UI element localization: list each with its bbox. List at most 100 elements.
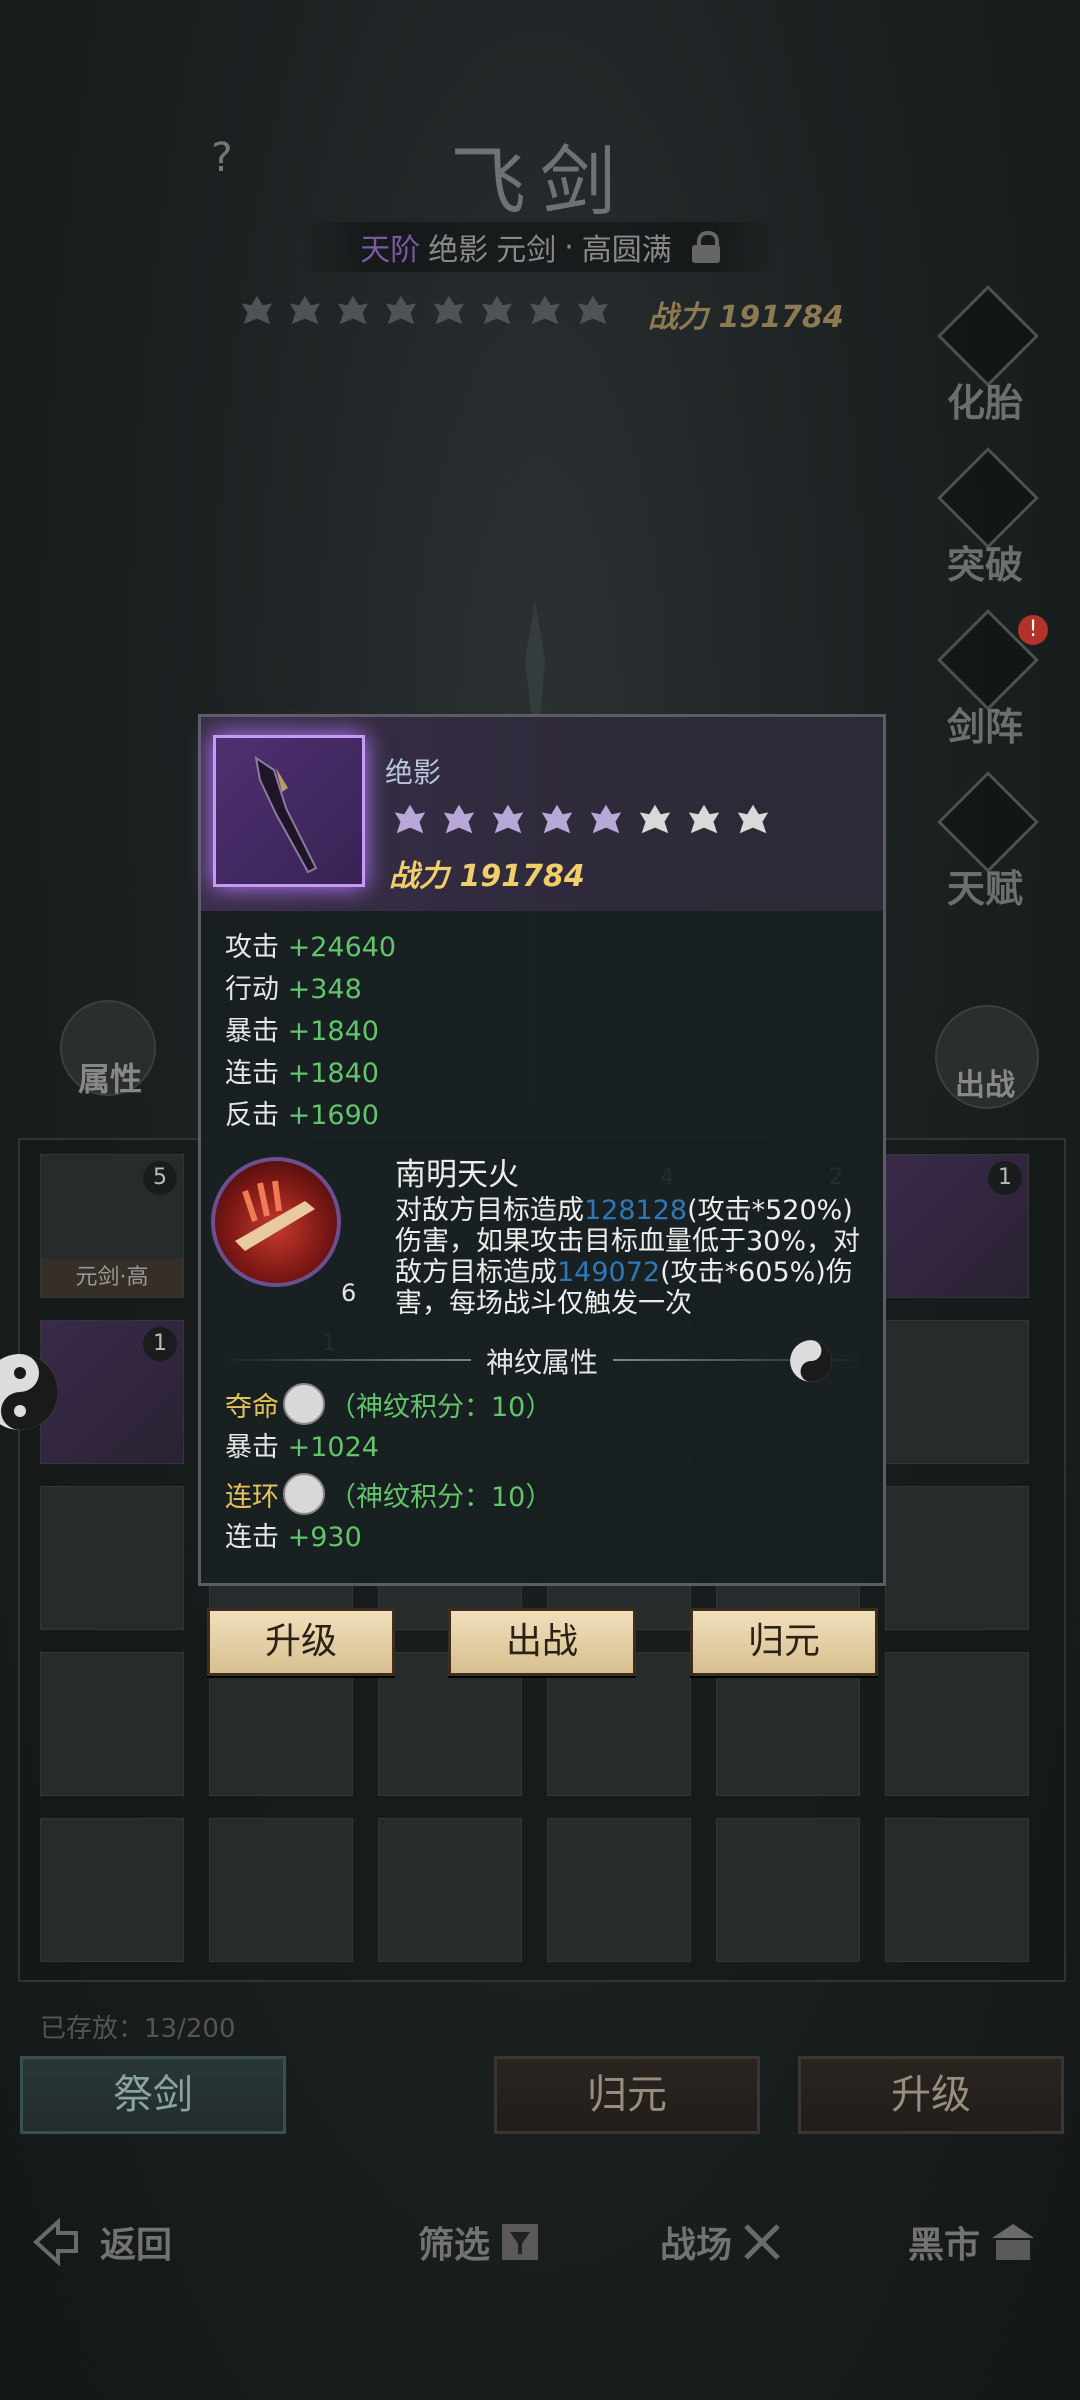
lock-icon[interactable]: [691, 231, 720, 263]
yinyang-icon[interactable]: [0, 1352, 60, 1432]
inventory-cell[interactable]: [885, 1320, 1029, 1464]
item-count: 1: [143, 1327, 177, 1361]
sword-quality: 高圆满: [581, 233, 672, 268]
side-btn-label: 化胎: [946, 380, 1023, 425]
inventory-cell[interactable]: [547, 1818, 691, 1962]
upgrade-button[interactable]: 升级: [798, 2056, 1064, 2134]
stat-value: +1690: [287, 1100, 379, 1131]
sword-subtitle: 天阶 绝影 元剑 · 高圆满: [300, 222, 780, 272]
inventory-cell[interactable]: [40, 1818, 184, 1962]
star-icon: [394, 804, 426, 834]
item-count: 5: [143, 1161, 177, 1195]
stat-label: 行动: [225, 974, 279, 1005]
inventory-cell[interactable]: 1: [40, 1320, 184, 1464]
popup-return-button[interactable]: 归元: [690, 1608, 878, 1676]
stat-row: 反击 +1690: [225, 1095, 396, 1137]
storage-label: 已存放：: [40, 2014, 145, 2044]
side-btn-formation[interactable]: 剑阵: [930, 609, 1040, 754]
nav-back-label: 返回: [100, 2224, 173, 2266]
inventory-cell[interactable]: [209, 1818, 353, 1962]
star-icon: [737, 804, 769, 834]
item-count: 1: [988, 1161, 1022, 1195]
stat-label: 反击: [225, 1100, 279, 1131]
rune-stat-value: +1024: [287, 1432, 379, 1463]
nav-market-label: 黑市: [908, 2224, 981, 2266]
stat-row: 连击 +1840: [225, 1053, 396, 1095]
skill-damage-value: 149072: [557, 1257, 661, 1288]
side-btn-label: 突破: [946, 542, 1023, 587]
storage-value: 13/200: [144, 2014, 236, 2044]
nav-filter[interactable]: 筛选: [418, 2216, 542, 2268]
stat-value: +24640: [287, 932, 397, 963]
sword-type: 元剑: [496, 233, 557, 268]
popup-deploy-button[interactable]: 出战: [448, 1608, 636, 1676]
attribute-button[interactable]: 属性: [60, 1000, 160, 1110]
rune-name: 连环: [225, 1481, 279, 1513]
rune-points: （神纹积分：10）: [329, 1481, 553, 1513]
rune-stat: 连击 +930: [225, 1515, 362, 1554]
popup-power: 战力 191784: [389, 851, 585, 895]
power-label: 战力: [648, 300, 708, 335]
stat-row: 暴击 +1840: [225, 1011, 396, 1053]
sword-image-icon: [254, 755, 318, 874]
item-label: 元剑·高: [41, 1259, 183, 1297]
rune-row: 连环 （神纹积分：10）: [225, 1473, 552, 1515]
inventory-cell[interactable]: [716, 1818, 860, 1962]
inventory-cell[interactable]: 5 元剑·高: [40, 1154, 184, 1298]
stat-list: 攻击 +24640 行动 +348 暴击 +1840 连击 +1840 反击 +…: [225, 927, 396, 1137]
shop-icon: [992, 2224, 1035, 2260]
skill-level: 6: [341, 1279, 357, 1307]
crossed-swords-icon: [744, 2224, 780, 2260]
star-row: [238, 292, 612, 330]
star-icon: [492, 804, 524, 834]
sword-name: 绝影: [428, 233, 489, 268]
grade-label: 天阶: [360, 233, 421, 268]
side-btn-label: 天赋: [946, 866, 1023, 911]
skill-description: 对敌方目标造成128128(攻击*520%)伤害，如果攻击目标血量低于30%，对…: [395, 1195, 865, 1319]
star-icon: [481, 295, 513, 325]
stat-value: +1840: [287, 1016, 379, 1047]
deploy-side-button[interactable]: 出战: [935, 1005, 1045, 1115]
inventory-cell[interactable]: [885, 1486, 1029, 1630]
star-icon: [577, 295, 609, 325]
star-icon: [639, 804, 671, 834]
rune-name: 夺命: [225, 1391, 279, 1423]
flame-icon: [235, 1180, 315, 1251]
nav-filter-label: 筛选: [418, 2224, 491, 2266]
stat-value: +348: [287, 974, 362, 1005]
sacrifice-button[interactable]: 祭剑: [20, 2056, 286, 2134]
rune-icon: [283, 1383, 325, 1425]
skill-name: 南明天火: [395, 1157, 519, 1193]
inventory-cell[interactable]: [885, 1652, 1029, 1796]
power-display: 战力 191784: [648, 292, 844, 336]
attribute-label: 属性: [77, 1060, 142, 1098]
inventory-cell[interactable]: [40, 1652, 184, 1796]
inventory-cell[interactable]: [40, 1486, 184, 1630]
rune-row: 夺命 （神纹积分：10）: [225, 1383, 552, 1425]
nav-market[interactable]: 黑市: [908, 2216, 1038, 2268]
star-icon: [443, 804, 475, 834]
rune-stat-value: +930: [287, 1522, 362, 1553]
inventory-cell[interactable]: [885, 1818, 1029, 1962]
star-icon: [385, 295, 417, 325]
sword-detail-popup: 绝影 战力 191784 攻击 +24640 行动 +348 暴击 +1840 …: [198, 714, 886, 1586]
filter-icon: [502, 2224, 539, 2260]
rune-points: （神纹积分：10）: [329, 1391, 553, 1423]
return-button[interactable]: 归元: [494, 2056, 760, 2134]
star-icon: [688, 804, 720, 834]
rune-section-title: 神纹属性: [485, 1346, 598, 1379]
star-icon: [289, 295, 321, 325]
deploy-label: 出战: [955, 1068, 1015, 1103]
side-btn-breakthrough[interactable]: 突破: [930, 447, 1040, 592]
nav-back[interactable]: 返回: [32, 2216, 172, 2268]
side-btn-embryo[interactable]: 化胎: [930, 285, 1040, 430]
star-icon: [337, 295, 369, 325]
stat-label: 连击: [225, 1058, 279, 1089]
stat-label: 暴击: [225, 1016, 279, 1047]
nav-battlefield[interactable]: 战场: [660, 2216, 784, 2268]
side-btn-talent[interactable]: 天赋: [930, 771, 1040, 916]
star-icon: [541, 804, 573, 834]
popup-upgrade-button[interactable]: 升级: [207, 1608, 395, 1676]
inventory-cell[interactable]: 1: [885, 1154, 1029, 1298]
inventory-cell[interactable]: [378, 1818, 522, 1962]
